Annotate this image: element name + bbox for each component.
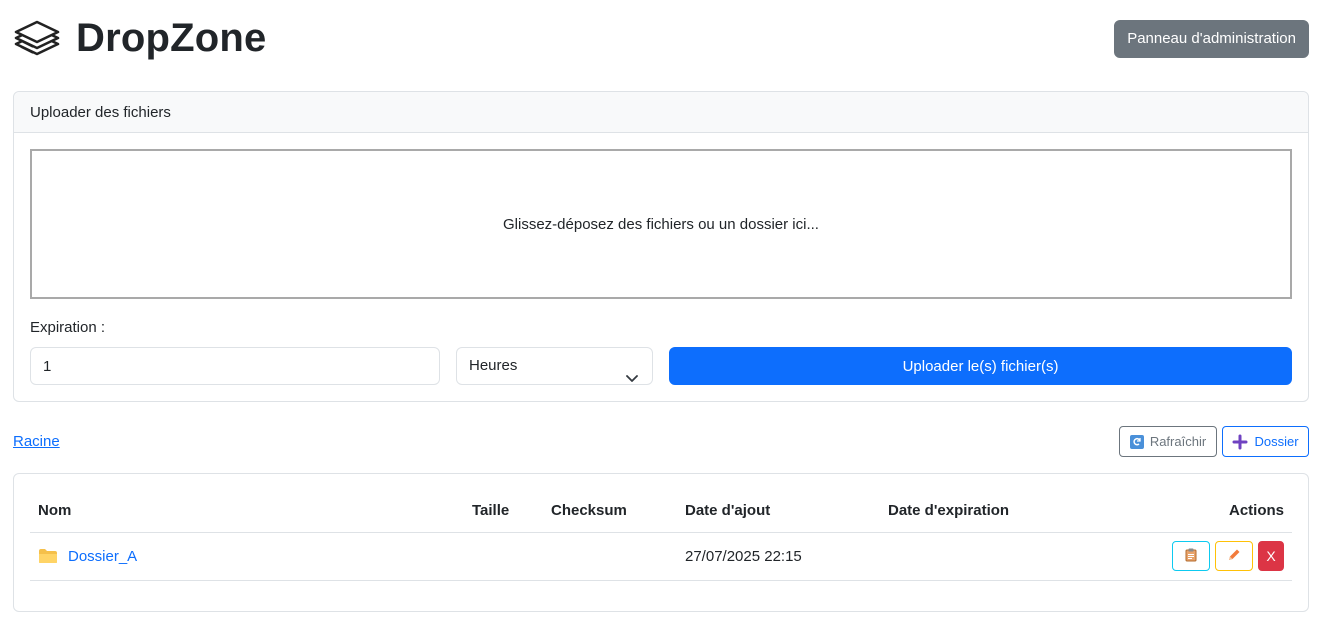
expiration-input[interactable] bbox=[30, 347, 440, 385]
expiration-unit-value: Heures bbox=[469, 357, 518, 374]
file-table-card: Nom Taille Checksum Date d'ajout Date d'… bbox=[13, 473, 1309, 612]
app-title: DropZone bbox=[76, 16, 267, 60]
plus-icon bbox=[1232, 434, 1248, 450]
cell-added: 27/07/2025 22:15 bbox=[677, 532, 880, 581]
expiration-label: Expiration : bbox=[30, 319, 106, 336]
dropzone[interactable]: Glissez-déposez des fichiers ou un dossi… bbox=[30, 149, 1292, 299]
cell-expires bbox=[880, 532, 1112, 581]
cell-actions: X bbox=[1112, 532, 1292, 581]
cell-name: Dossier_A bbox=[30, 532, 464, 581]
delete-button[interactable]: X bbox=[1258, 541, 1284, 571]
expiration-unit-select[interactable]: Heures bbox=[456, 347, 653, 385]
column-header-added: Date d'ajout bbox=[677, 490, 880, 533]
table-row: Dossier_A 27/07/2025 22:15 X bbox=[30, 532, 1292, 581]
column-header-actions: Actions bbox=[1112, 490, 1292, 533]
app-header: DropZone Panneau d'administration bbox=[13, 14, 1309, 62]
chevron-down-icon bbox=[626, 361, 638, 382]
new-folder-label: Dossier bbox=[1254, 434, 1299, 449]
table-header-row: Nom Taille Checksum Date d'ajout Date d'… bbox=[30, 490, 1292, 533]
upload-card-title: Uploader des fichiers bbox=[14, 92, 1308, 133]
copy-link-button[interactable] bbox=[1172, 541, 1210, 571]
upload-card: Uploader des fichiers Glissez-déposez de… bbox=[13, 91, 1309, 402]
rename-button[interactable] bbox=[1215, 541, 1253, 571]
upload-button[interactable]: Uploader le(s) fichier(s) bbox=[669, 347, 1292, 385]
refresh-label: Rafraîchir bbox=[1149, 434, 1207, 449]
column-header-expires: Date d'expiration bbox=[880, 490, 1112, 533]
refresh-icon bbox=[1129, 434, 1144, 449]
folder-icon bbox=[38, 548, 58, 564]
clipboard-icon bbox=[1185, 548, 1197, 565]
file-table: Nom Taille Checksum Date d'ajout Date d'… bbox=[30, 490, 1292, 581]
column-header-size: Taille bbox=[464, 490, 543, 533]
column-header-checksum: Checksum bbox=[543, 490, 677, 533]
cell-checksum bbox=[543, 532, 677, 581]
cell-size bbox=[464, 532, 543, 581]
new-folder-button[interactable]: Dossier bbox=[1222, 426, 1309, 457]
folder-link[interactable]: Dossier_A bbox=[68, 548, 137, 565]
dropzone-text: Glissez-déposez des fichiers ou un dossi… bbox=[503, 215, 819, 233]
column-header-name: Nom bbox=[30, 490, 464, 533]
brand: DropZone bbox=[13, 14, 266, 62]
stack-of-papers-icon bbox=[13, 16, 61, 60]
breadcrumb-root[interactable]: Racine bbox=[13, 433, 60, 450]
refresh-button[interactable]: Rafraîchir bbox=[1119, 426, 1217, 457]
admin-panel-button[interactable]: Panneau d'administration bbox=[1114, 20, 1309, 58]
pencil-icon bbox=[1227, 548, 1241, 565]
